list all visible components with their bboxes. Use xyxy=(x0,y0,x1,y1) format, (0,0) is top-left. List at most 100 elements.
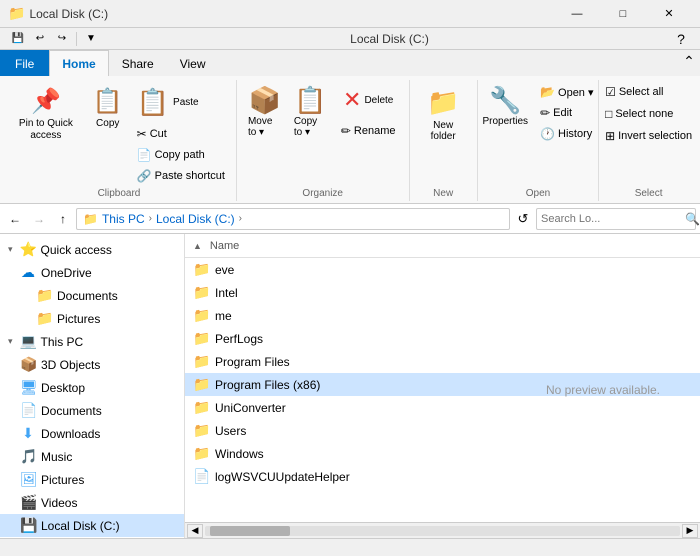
select-all-label: Select all xyxy=(619,86,664,98)
file-item-intel[interactable]: 📁 Intel xyxy=(185,281,700,304)
qa-redo-button[interactable]: ↪ xyxy=(52,30,72,48)
search-input[interactable] xyxy=(541,213,683,225)
hscroll-left-button[interactable]: ◀ xyxy=(187,524,203,538)
close-button[interactable]: ✕ xyxy=(646,0,692,28)
refresh-button[interactable]: ↺ xyxy=(512,208,534,230)
hscroll-right-button[interactable]: ▶ xyxy=(682,524,698,538)
sidebar-item-downloads[interactable]: ⬇ Downloads xyxy=(0,422,184,445)
select-content: ☑ Select all □ Select none ⊞ Invert sele… xyxy=(600,80,697,186)
sidebar-item-pictures[interactable]: 📁 Pictures xyxy=(0,307,184,330)
hscroll: ◀ ▶ xyxy=(185,522,700,538)
sidebar: ▾ ⭐ Quick access ☁ OneDrive 📁 Documents … xyxy=(0,234,185,538)
copy-label: Copy xyxy=(96,118,119,129)
qa-dropdown-button[interactable]: ▼ xyxy=(81,30,101,48)
delete-button[interactable]: ✕ Delete xyxy=(334,82,403,118)
copy-path-button[interactable]: 📄 Copy path xyxy=(132,145,210,165)
select-all-button[interactable]: ☑ Select all xyxy=(600,82,697,102)
move-to-button[interactable]: 📦 Move to ▾ xyxy=(243,82,287,141)
hscroll-track[interactable] xyxy=(205,526,680,536)
sidebar-item-documents2[interactable]: 📄 Documents xyxy=(0,399,184,422)
breadcrumb-item-thispc[interactable]: This PC xyxy=(102,212,145,226)
select-buttons: ☑ Select all □ Select none ⊞ Invert sele… xyxy=(600,82,697,146)
sidebar-item-this-pc[interactable]: ▾ 💻 This PC xyxy=(0,330,184,353)
tab-share[interactable]: Share xyxy=(109,50,167,76)
col-header-name[interactable]: Name xyxy=(206,238,243,254)
invert-selection-button[interactable]: ⊞ Invert selection xyxy=(600,126,697,146)
delete-icon: ✕ xyxy=(343,87,361,113)
sidebar-item-quick-access[interactable]: ▾ ⭐ Quick access xyxy=(0,238,184,261)
copy-to-button[interactable]: 📋 Copy to ▾ xyxy=(289,82,332,141)
ribbon: File Home Share View ⌃ 📌 Pin to Quick ac… xyxy=(0,50,700,204)
file-item-logwsvcuupdatehelper[interactable]: 📄 logWSVCUUpdateHelper xyxy=(185,465,700,488)
paste-icon: 📋 xyxy=(137,87,169,118)
edit-icon: ✏ xyxy=(540,106,550,120)
pin-to-quick-access-button[interactable]: 📌 Pin to Quick access xyxy=(8,82,84,147)
open-icon: 📂 xyxy=(540,85,555,99)
paste-shortcut-button[interactable]: 🔗 Paste shortcut xyxy=(132,166,230,186)
new-folder-button[interactable]: 📁 New folder xyxy=(416,82,471,147)
rename-button[interactable]: ✏ Rename xyxy=(334,119,403,143)
hscroll-thumb[interactable] xyxy=(210,526,290,536)
downloads-icon: ⬇ xyxy=(20,425,36,442)
properties-button[interactable]: 🔧 Properties xyxy=(477,82,533,130)
back-button[interactable]: ← xyxy=(4,208,26,230)
forward-button[interactable]: → xyxy=(28,208,50,230)
file-icon-intel: 📁 xyxy=(193,284,209,301)
sidebar-item-pictures2[interactable]: 🖼 Pictures xyxy=(0,468,184,491)
sidebar-item-music[interactable]: 🎵 Music xyxy=(0,445,184,468)
title-bar: 📁 Local Disk (C:) — □ ✕ xyxy=(0,0,700,28)
cut-button[interactable]: ✂ Cut xyxy=(132,124,172,144)
up-button[interactable]: ↑ xyxy=(52,208,74,230)
open-button[interactable]: 📂 Open ▾ xyxy=(535,82,598,102)
history-label: History xyxy=(558,128,592,140)
tab-view[interactable]: View xyxy=(167,50,219,76)
sidebar-item-3d-objects[interactable]: 📦 3D Objects xyxy=(0,353,184,376)
sidebar-item-onedrive[interactable]: ☁ OneDrive xyxy=(0,261,184,284)
qa-undo-button[interactable]: ↩ xyxy=(30,30,50,48)
3d-objects-icon: 📦 xyxy=(20,356,36,373)
ribbon-content: 📌 Pin to Quick access 📋 Copy 📋 Paste ✂ xyxy=(0,76,700,203)
file-icon-logwsvcuupdatehelper: 📄 xyxy=(193,468,209,485)
search-icon: 🔍 xyxy=(685,212,700,226)
pin-icon: 📌 xyxy=(31,87,61,116)
file-item-me[interactable]: 📁 me xyxy=(185,304,700,327)
file-item-windows[interactable]: 📁 Windows xyxy=(185,442,700,465)
copy-button[interactable]: 📋 Copy xyxy=(86,82,130,134)
minimize-button[interactable]: — xyxy=(554,0,600,28)
qa-save-button[interactable]: 💾 xyxy=(8,30,28,48)
file-item-uniconverter[interactable]: 📁 UniConverter xyxy=(185,396,700,419)
sidebar-item-documents[interactable]: 📁 Documents xyxy=(0,284,184,307)
sidebar-item-desktop[interactable]: 🖥 Desktop xyxy=(0,376,184,399)
sidebar-item-videos[interactable]: 🎬 Videos xyxy=(0,491,184,514)
paste-button[interactable]: 📋 Paste xyxy=(132,82,204,123)
history-button[interactable]: 🕐 History xyxy=(535,124,598,144)
help-button[interactable]: ? xyxy=(670,28,692,50)
file-item-eve[interactable]: 📁 eve xyxy=(185,258,700,281)
tab-file[interactable]: File xyxy=(0,50,49,76)
sidebar-item-local-disk[interactable]: 💾 Local Disk (C:) xyxy=(0,514,184,537)
sidebar-label-onedrive: OneDrive xyxy=(41,266,176,280)
clipboard-label: Clipboard xyxy=(8,186,230,201)
file-item-perflogs[interactable]: 📁 PerfLogs xyxy=(185,327,700,350)
breadcrumb-sep-2: › xyxy=(239,213,242,224)
invert-icon: ⊞ xyxy=(605,129,615,143)
window-icon: 📁 xyxy=(8,5,25,22)
ribbon-help-button[interactable]: ⌃ xyxy=(678,50,700,72)
breadcrumb-folder-icon: 📁 xyxy=(83,212,98,226)
breadcrumb-item-localdisk[interactable]: Local Disk (C:) xyxy=(156,212,235,226)
tab-home[interactable]: Home xyxy=(49,50,108,76)
sidebar-label-desktop: Desktop xyxy=(41,381,176,395)
file-item-program-files[interactable]: 📁 Program Files xyxy=(185,350,700,373)
new-content: 📁 New folder xyxy=(416,80,471,186)
quick-access-arrow: ▾ xyxy=(8,244,13,255)
sidebar-item-network[interactable]: › 🌐 Network xyxy=(0,537,184,538)
paste-label: Paste xyxy=(173,97,199,108)
organize-content: 📦 Move to ▾ 📋 Copy to ▾ ✕ Delete xyxy=(243,80,403,186)
maximize-button[interactable]: □ xyxy=(600,0,646,28)
file-item-users[interactable]: 📁 Users xyxy=(185,419,700,442)
select-none-button[interactable]: □ Select none xyxy=(600,104,697,124)
cut-label: Cut xyxy=(150,128,167,140)
sidebar-label-documents: Documents xyxy=(57,289,176,303)
edit-button[interactable]: ✏ Edit xyxy=(535,103,598,123)
qa-toolbar: 💾 ↩ ↪ ▼ Local Disk (C:) ? xyxy=(0,28,700,50)
